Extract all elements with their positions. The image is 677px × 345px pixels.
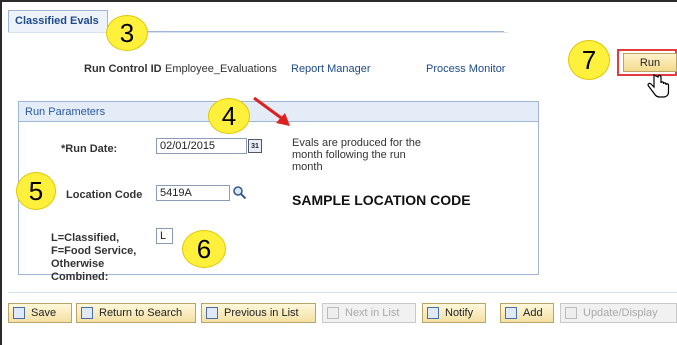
- update-display-label: Update/Display: [583, 307, 658, 319]
- tab-classified-evals[interactable]: Classified Evals: [8, 10, 108, 32]
- update-display-icon: [565, 307, 577, 319]
- callout-6: 6: [182, 230, 226, 268]
- next-in-list-icon: [327, 307, 339, 319]
- evaluation-type-label: L=Classified, F=Food Service, Otherwise …: [51, 232, 137, 283]
- previous-in-list-button[interactable]: Previous in List: [201, 303, 316, 323]
- return-to-search-icon: [81, 307, 93, 319]
- run-control-id-value: Employee_Evaluations: [165, 63, 277, 75]
- calendar-icon[interactable]: 31: [248, 139, 262, 153]
- save-button[interactable]: Save: [8, 303, 72, 323]
- next-in-list-label: Next in List: [345, 307, 400, 319]
- callout-3: 3: [106, 15, 148, 51]
- return-to-search-label: Return to Search: [99, 307, 183, 319]
- notify-icon: [427, 307, 439, 319]
- add-icon: [505, 307, 517, 319]
- run-parameters-title: Run Parameters: [25, 106, 106, 118]
- add-button[interactable]: Add: [500, 303, 554, 323]
- callout-7: 7: [568, 40, 610, 80]
- tab-label: Classified Evals: [15, 15, 99, 27]
- return-to-search-button[interactable]: Return to Search: [76, 303, 196, 323]
- run-button[interactable]: Run: [623, 53, 677, 72]
- previous-in-list-icon: [206, 307, 218, 319]
- callout-4: 4: [208, 98, 250, 134]
- save-icon: [13, 307, 25, 319]
- hand-cursor-icon: [647, 74, 670, 98]
- location-code-input[interactable]: [156, 185, 230, 201]
- run-control-id-label: Run Control ID: [84, 63, 162, 75]
- next-in-list-button[interactable]: Next in List: [322, 303, 416, 323]
- tab-divider: [8, 32, 508, 33]
- toolbar-divider: [8, 292, 677, 293]
- save-button-label: Save: [31, 307, 57, 319]
- sample-location-code-text: SAMPLE LOCATION CODE: [292, 192, 471, 208]
- location-code-label: Location Code: [66, 189, 143, 201]
- callout-5: 5: [16, 172, 56, 210]
- run-date-note: Evals are produced for the month followi…: [292, 137, 422, 173]
- report-manager-link[interactable]: Report Manager: [291, 63, 371, 75]
- process-monitor-link[interactable]: Process Monitor: [426, 63, 505, 75]
- previous-in-list-label: Previous in List: [224, 307, 299, 319]
- add-button-label: Add: [523, 307, 543, 319]
- run-date-input[interactable]: [156, 138, 247, 154]
- run-date-label: *Run Date:: [61, 143, 118, 155]
- notify-button[interactable]: Notify: [422, 303, 486, 323]
- evaluation-type-input[interactable]: [156, 228, 173, 244]
- search-icon[interactable]: [232, 185, 247, 200]
- notify-button-label: Notify: [445, 307, 474, 319]
- update-display-button[interactable]: Update/Display: [560, 303, 677, 323]
- run-button-label: Run: [639, 56, 661, 69]
- red-arrow-icon: [253, 96, 290, 126]
